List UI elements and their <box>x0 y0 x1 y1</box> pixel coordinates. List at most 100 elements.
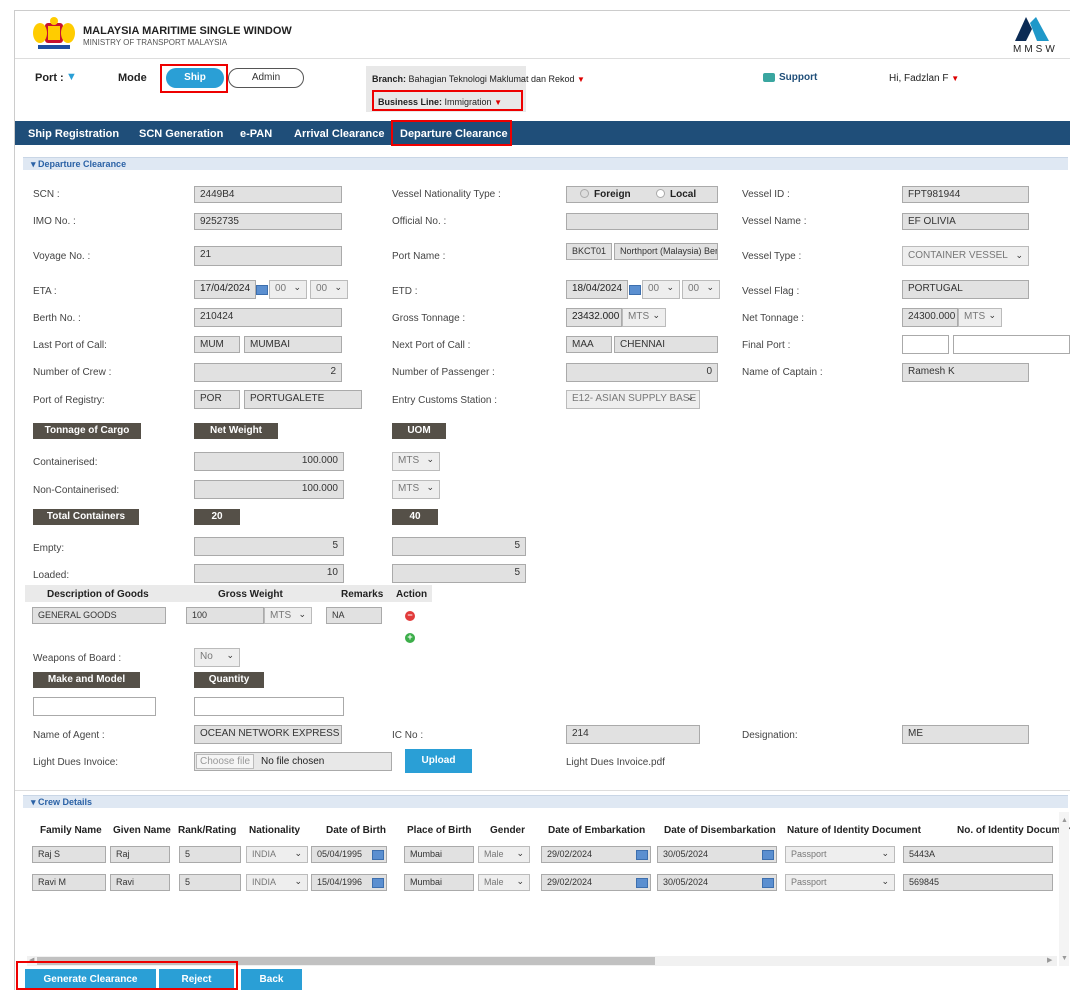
net-tonnage-field[interactable]: 24300.000 <box>902 308 958 327</box>
loaded-40-field[interactable]: 5 <box>392 564 526 583</box>
crew-cell-family-name[interactable]: Raj S <box>32 846 106 863</box>
official-no-field[interactable] <box>566 213 718 230</box>
crew-cell-nationality[interactable]: INDIA ⌄ <box>246 846 308 863</box>
port-code-field[interactable]: BKCT01 <box>566 243 612 260</box>
crew-cell-given-name[interactable]: Raj <box>110 846 170 863</box>
empty-40-field[interactable]: 5 <box>392 537 526 556</box>
user-menu[interactable]: Hi, Fadzlan F ▼ <box>889 73 959 84</box>
crew-cell-dob[interactable]: 15/04/1996 <box>311 874 387 891</box>
gross-tonnage-unit-select[interactable]: MTS ⌄ <box>622 308 666 327</box>
port-registry-code[interactable]: POR <box>194 390 240 409</box>
voyage-field[interactable]: 21 <box>194 246 342 266</box>
vessel-type-select[interactable]: CONTAINER VESSEL ⌄ <box>902 246 1029 266</box>
crew-cell-rank[interactable]: 5 <box>179 874 241 891</box>
crew-cell-dob[interactable]: 05/04/1995 <box>311 846 387 863</box>
local-radio[interactable] <box>656 189 665 198</box>
agent-field[interactable]: OCEAN NETWORK EXPRESS <box>194 725 342 744</box>
add-row-icon[interactable]: + <box>405 633 415 643</box>
port-registry-name[interactable]: PORTUGALETE <box>244 390 362 409</box>
crew-cell-identity-nature[interactable]: Passport ⌄ <box>785 846 895 863</box>
loaded-20-field[interactable]: 10 <box>194 564 344 583</box>
make-model-input[interactable] <box>33 697 156 716</box>
eta-calendar-icon[interactable] <box>256 285 268 295</box>
crew-cell-family-name[interactable]: Ravi M <box>32 874 106 891</box>
vessel-id-field[interactable]: FPT981944 <box>902 186 1029 203</box>
calendar-icon[interactable] <box>372 850 384 860</box>
nav-epan[interactable]: e-PAN <box>240 128 272 140</box>
quantity-input[interactable] <box>194 697 344 716</box>
crew-cell-gender[interactable]: Male ⌄ <box>478 874 530 891</box>
calendar-icon[interactable] <box>762 850 774 860</box>
ic-field[interactable]: 214 <box>566 725 700 744</box>
crew-cell-place-of-birth[interactable]: Mumbai <box>404 846 474 863</box>
eta-hour-select[interactable]: 00 ⌄ <box>269 280 307 299</box>
port-name-field[interactable]: Northport (Malaysia) Ber <box>614 243 718 260</box>
final-port-name[interactable] <box>953 335 1070 354</box>
containerised-field[interactable]: 100.000 <box>194 452 344 471</box>
designation-field[interactable]: ME <box>902 725 1029 744</box>
etd-hour-select[interactable]: 00 ⌄ <box>642 280 680 299</box>
section-departure-clearance[interactable]: ▾ Departure Clearance <box>23 157 1068 170</box>
crew-cell-identity-no[interactable]: 5443A <box>903 846 1053 863</box>
foreign-radio[interactable] <box>580 189 589 198</box>
next-port-name[interactable]: CHENNAI <box>614 336 718 353</box>
crew-count-field[interactable]: 2 <box>194 363 342 382</box>
customs-station-select[interactable]: E12- ASIAN SUPPLY BASE ⌄ <box>566 390 700 409</box>
calendar-icon[interactable] <box>636 878 648 888</box>
calendar-icon[interactable] <box>636 850 648 860</box>
nav-ship-registration[interactable]: Ship Registration <box>28 128 119 140</box>
goods-remarks-field[interactable]: NA <box>326 607 382 624</box>
mode-admin-button[interactable]: Admin <box>228 68 304 88</box>
final-port-code[interactable] <box>902 335 949 354</box>
vertical-scrollbar[interactable] <box>1059 812 1069 967</box>
back-button[interactable]: Back <box>241 969 302 990</box>
berth-field[interactable]: 210424 <box>194 308 342 327</box>
crew-cell-embarkation[interactable]: 29/02/2024 <box>541 846 651 863</box>
empty-20-field[interactable]: 5 <box>194 537 344 556</box>
imo-field[interactable]: 9252735 <box>194 213 342 230</box>
crew-cell-identity-nature[interactable]: Passport ⌄ <box>785 874 895 891</box>
etd-minute-select[interactable]: 00 ⌄ <box>682 280 720 299</box>
weapons-select[interactable]: No ⌄ <box>194 648 240 667</box>
port-dropdown-icon[interactable]: ▼ <box>66 71 77 83</box>
section-crew-details[interactable]: ▾ Crew Details <box>23 795 1068 808</box>
crew-cell-embarkation[interactable]: 29/02/2024 <box>541 874 651 891</box>
choose-file-button[interactable]: Choose file <box>196 754 254 769</box>
scroll-up-icon[interactable]: ▲ <box>1061 817 1068 824</box>
crew-cell-given-name[interactable]: Ravi <box>110 874 170 891</box>
crew-cell-place-of-birth[interactable]: Mumbai <box>404 874 474 891</box>
vessel-flag-field[interactable]: PORTUGAL <box>902 280 1029 299</box>
gross-tonnage-field[interactable]: 23432.000 <box>566 308 622 327</box>
crew-cell-rank[interactable]: 5 <box>179 846 241 863</box>
scroll-down-icon[interactable]: ▼ <box>1061 955 1068 962</box>
remove-row-icon[interactable]: − <box>405 611 415 621</box>
goods-unit-select[interactable]: MTS ⌄ <box>264 607 312 624</box>
non-containerised-field[interactable]: 100.000 <box>194 480 344 499</box>
last-port-name[interactable]: MUMBAI <box>244 336 342 353</box>
crew-cell-gender[interactable]: Male ⌄ <box>478 846 530 863</box>
crew-cell-nationality[interactable]: INDIA ⌄ <box>246 874 308 891</box>
light-dues-pdf-link[interactable]: Light Dues Invoice.pdf <box>566 757 665 768</box>
non-containerised-uom-select[interactable]: MTS ⌄ <box>392 480 440 499</box>
upload-button[interactable]: Upload <box>405 749 472 773</box>
containerised-uom-select[interactable]: MTS ⌄ <box>392 452 440 471</box>
eta-minute-select[interactable]: 00 ⌄ <box>310 280 348 299</box>
support-link[interactable]: Support <box>763 72 817 83</box>
scroll-right-icon[interactable]: ▶ <box>1047 956 1052 964</box>
crew-cell-disembarkation[interactable]: 30/05/2024 <box>657 874 777 891</box>
goods-description-field[interactable]: GENERAL GOODS <box>32 607 166 624</box>
branch-row[interactable]: Branch: Bahagian Teknologi Maklumat dan … <box>372 74 585 84</box>
nav-arrival-clearance[interactable]: Arrival Clearance <box>294 128 385 140</box>
passenger-count-field[interactable]: 0 <box>566 363 718 382</box>
net-tonnage-unit-select[interactable]: MTS ⌄ <box>958 308 1002 327</box>
captain-field[interactable]: Ramesh K <box>902 363 1029 382</box>
scn-field[interactable]: 2449B4 <box>194 186 342 203</box>
calendar-icon[interactable] <box>372 878 384 888</box>
eta-date-field[interactable]: 17/04/2024 <box>194 280 256 299</box>
vessel-name-field[interactable]: EF OLIVIA <box>902 213 1029 230</box>
nav-scn-generation[interactable]: SCN Generation <box>139 128 223 140</box>
goods-weight-field[interactable]: 100 <box>186 607 264 624</box>
next-port-code[interactable]: MAA <box>566 336 612 353</box>
last-port-code[interactable]: MUM <box>194 336 240 353</box>
etd-date-field[interactable]: 18/04/2024 <box>566 280 628 299</box>
